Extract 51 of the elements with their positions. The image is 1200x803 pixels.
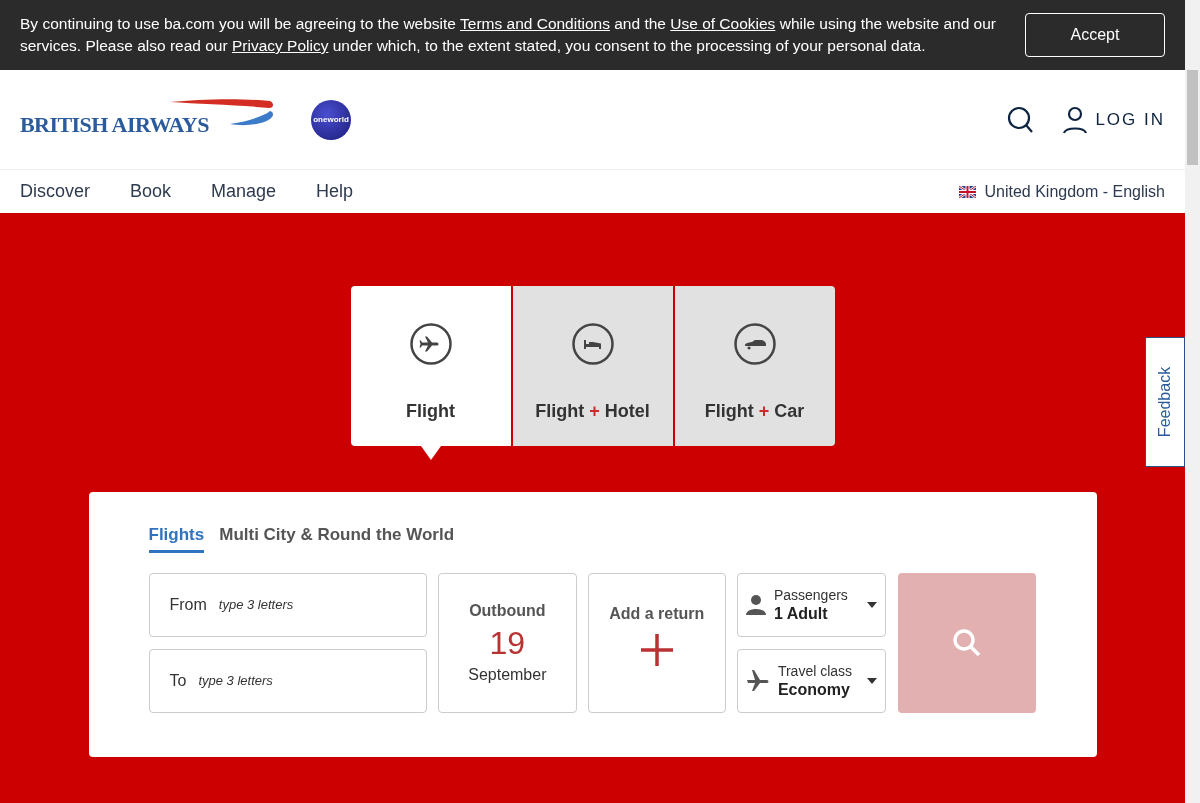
caret-icon	[867, 601, 878, 608]
scrollbar[interactable]	[1185, 0, 1200, 803]
product-tab[interactable]: Flight	[350, 286, 511, 446]
select-value: Economy	[777, 679, 851, 699]
plus-icon	[640, 633, 673, 666]
alliance-logo: oneworld	[311, 99, 351, 140]
car-icon	[733, 323, 776, 365]
person-icon	[745, 594, 766, 615]
nav-link[interactable]: Manage	[211, 178, 277, 205]
airport-field[interactable]: To type 3 letters	[148, 648, 428, 713]
dropdown-select[interactable]: Travel class Economy	[736, 648, 887, 713]
nav-link[interactable]: Discover	[20, 178, 90, 205]
nav-link[interactable]: Help	[316, 178, 354, 205]
product-tab[interactable]: Flight + Hotel	[512, 286, 673, 446]
search-tab[interactable]: Multi City & Round the World	[219, 522, 455, 553]
cookie-notice: By continuing to use ba.com you will be agreeing to the website Terms and Conditions and the Use of Cookies while using the website and our services. Please also read our Privacy Policy under which, to the extent stated, you consent to the processing of your personal data.	[20, 14, 997, 56]
select-value: 1 Adult	[773, 603, 829, 623]
airline-logo[interactable]: BRITISH AIRWAYS	[20, 98, 275, 141]
search-icon[interactable]	[1007, 105, 1036, 134]
date-month: September	[468, 664, 547, 685]
dropdown-select[interactable]: Passengers 1 Adult	[736, 572, 887, 637]
link[interactable]: Privacy Policy	[231, 37, 329, 54]
bed-icon	[571, 323, 614, 365]
plane-icon	[745, 668, 770, 693]
plane-icon	[409, 323, 452, 365]
field-label: To	[169, 670, 187, 691]
date-day: 19	[489, 622, 526, 663]
tab-pointer	[420, 446, 441, 460]
search-icon	[952, 627, 983, 658]
airport-field[interactable]: From type 3 letters	[148, 572, 428, 637]
nav-link[interactable]: Book	[130, 178, 172, 205]
locale-selector[interactable]: United Kingdom - English	[959, 179, 1165, 204]
airport-input[interactable]: type 3 letters	[198, 670, 407, 691]
product-tab[interactable]: Flight + Car	[674, 286, 835, 446]
accept-button[interactable]: Accept	[1025, 13, 1165, 57]
link[interactable]: Use of Cookies	[670, 15, 776, 32]
login-button[interactable]: LOG IN	[1063, 105, 1165, 134]
feedback-tab[interactable]: Feedback	[1145, 337, 1185, 467]
airport-input[interactable]: type 3 letters	[218, 594, 407, 615]
add-return-button[interactable]: Add a return	[587, 572, 726, 713]
user-icon	[1063, 105, 1088, 134]
flag-icon	[959, 185, 977, 198]
caret-icon	[867, 677, 878, 684]
search-button[interactable]	[898, 572, 1037, 713]
select-label: Passengers	[773, 586, 849, 604]
outbound-date[interactable]: Outbound 19 September	[438, 572, 577, 713]
select-label: Travel class	[777, 662, 854, 680]
date-label: Outbound	[469, 600, 546, 621]
field-label: From	[169, 594, 207, 615]
search-tab[interactable]: Flights	[148, 522, 205, 553]
link[interactable]: Terms and Conditions	[460, 15, 610, 32]
